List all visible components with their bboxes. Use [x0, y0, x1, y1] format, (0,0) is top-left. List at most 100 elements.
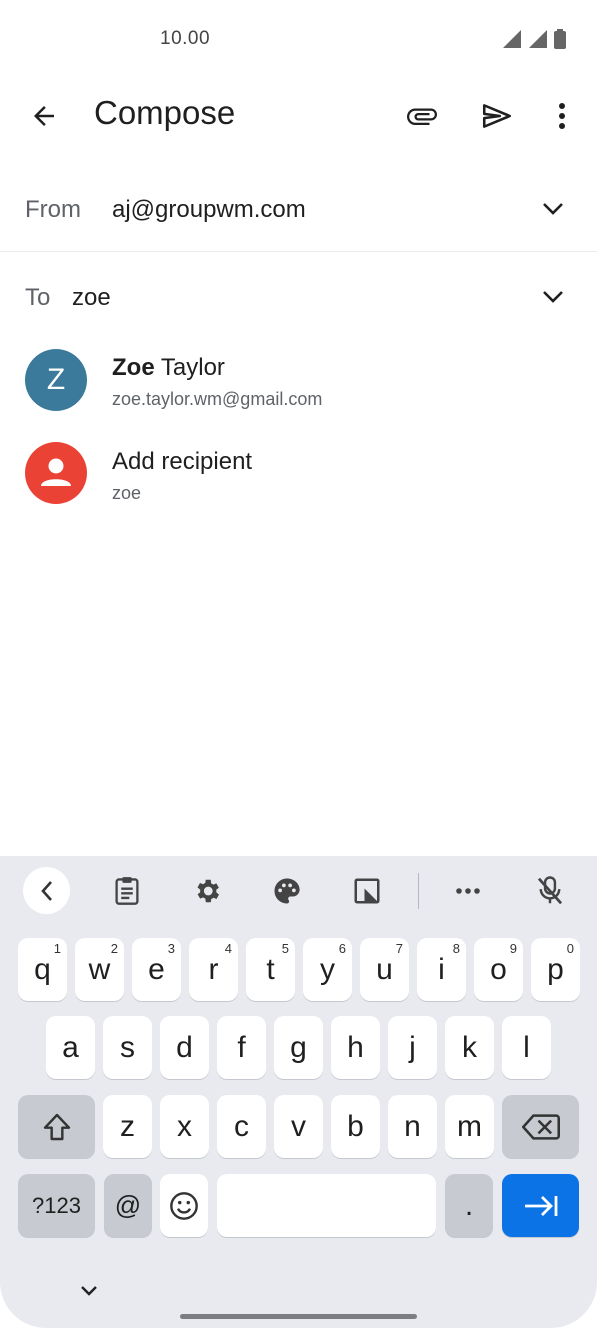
more-vert-icon: [559, 103, 565, 129]
avatar: Z: [25, 349, 87, 411]
to-input[interactable]: zoe: [72, 284, 111, 312]
keyboard-settings-button[interactable]: [187, 871, 227, 911]
key-number-hint: 5: [281, 941, 289, 956]
key-x[interactable]: x: [160, 1095, 209, 1158]
keyboard-collapse-toolbar-button[interactable]: [23, 867, 70, 914]
send-button[interactable]: [473, 92, 521, 140]
key-s[interactable]: s: [103, 1016, 152, 1079]
page-title: Compose: [94, 94, 236, 131]
home-indicator[interactable]: [180, 1314, 417, 1319]
signal-icon: [503, 30, 521, 48]
key-o[interactable]: o9: [474, 938, 523, 1001]
shift-key[interactable]: [18, 1095, 95, 1158]
key-f[interactable]: f: [217, 1016, 266, 1079]
key-g[interactable]: g: [274, 1016, 323, 1079]
period-key[interactable]: .: [445, 1174, 493, 1237]
gear-icon: [197, 879, 219, 903]
arrow-back-icon: [34, 106, 54, 126]
key-d[interactable]: d: [160, 1016, 209, 1079]
key-label: b: [347, 1109, 364, 1143]
to-label: To: [25, 284, 51, 311]
key-label: m: [457, 1109, 482, 1143]
key-label: x: [177, 1109, 192, 1143]
key-i[interactable]: i8: [417, 938, 466, 1001]
key-label: s: [120, 1030, 135, 1064]
suggestion-name: Add recipient: [112, 448, 253, 475]
hide-keyboard-button[interactable]: [72, 1276, 106, 1306]
keyboard: [0, 856, 597, 1328]
key-label: c: [234, 1109, 249, 1143]
key-z[interactable]: z: [103, 1095, 152, 1158]
floating-keyboard-button[interactable]: [347, 871, 387, 911]
key-y[interactable]: y6: [303, 938, 352, 1001]
key-number-hint: 1: [53, 941, 61, 956]
divider: [0, 251, 597, 252]
palette-icon: [274, 878, 300, 904]
key-number-hint: 6: [338, 941, 346, 956]
key-v[interactable]: v: [274, 1095, 323, 1158]
space-key[interactable]: [217, 1174, 436, 1237]
from-label: From: [25, 196, 81, 223]
theme-button[interactable]: [267, 871, 307, 911]
from-account[interactable]: aj@groupwm.com: [112, 196, 306, 224]
send-icon: [482, 104, 512, 128]
key-u[interactable]: u7: [360, 938, 409, 1001]
battery-icon: [554, 29, 566, 49]
more-horiz-icon: [456, 888, 480, 894]
key-e[interactable]: e3: [132, 938, 181, 1001]
key-number-hint: 8: [452, 941, 460, 956]
voice-input-button[interactable]: [530, 871, 570, 911]
key-label: p: [547, 952, 564, 986]
key-label: l: [523, 1030, 530, 1064]
back-button[interactable]: [22, 94, 66, 138]
mic-off-icon: [537, 876, 563, 905]
key-m[interactable]: m: [445, 1095, 494, 1158]
key-label: j: [409, 1030, 416, 1064]
status-icons: [501, 29, 567, 49]
key-j[interactable]: j: [388, 1016, 437, 1079]
key-label: h: [347, 1030, 364, 1064]
clipboard-button[interactable]: [107, 871, 147, 911]
key-number-hint: 9: [509, 941, 517, 956]
key-c[interactable]: c: [217, 1095, 266, 1158]
avatar-initial: Z: [46, 363, 66, 396]
key-label: u: [376, 952, 393, 986]
suggestion-subtitle: zoe: [112, 483, 142, 503]
toolbar-divider: [418, 873, 419, 909]
key-l[interactable]: l: [502, 1016, 551, 1079]
key-p[interactable]: p0: [531, 938, 580, 1001]
suggestion-item-add-recipient[interactable]: Add recipient zoe: [0, 433, 597, 513]
key-t[interactable]: t5: [246, 938, 295, 1001]
key-label: y: [320, 952, 335, 986]
backspace-key[interactable]: [502, 1095, 579, 1158]
clipboard-icon: [115, 877, 139, 905]
key-n[interactable]: n: [388, 1095, 437, 1158]
emoji-icon: [170, 1191, 198, 1220]
from-expand-button[interactable]: [536, 192, 570, 226]
attach-button[interactable]: [398, 92, 446, 140]
key-h[interactable]: h: [331, 1016, 380, 1079]
key-label: o: [490, 952, 507, 986]
key-label: a: [62, 1030, 79, 1064]
key-number-hint: 3: [167, 941, 175, 956]
backspace-icon: [521, 1113, 560, 1140]
key-w[interactable]: w2: [75, 938, 124, 1001]
at-key[interactable]: @: [104, 1174, 152, 1237]
key-a[interactable]: a: [46, 1016, 95, 1079]
key-label: k: [462, 1030, 477, 1064]
key-r[interactable]: r4: [189, 938, 238, 1001]
key-label: t: [266, 952, 275, 986]
emoji-key[interactable]: [160, 1174, 208, 1237]
symbols-key[interactable]: ?123: [18, 1174, 95, 1237]
next-key[interactable]: [502, 1174, 579, 1237]
more-options-button[interactable]: [542, 92, 582, 140]
tab-next-icon: [524, 1195, 557, 1216]
suggestion-item-zoe-taylor[interactable]: Z Zoe Taylor zoe.taylor.wm@gmail.com: [0, 340, 597, 420]
more-tools-button[interactable]: [448, 871, 488, 911]
attachment-icon: [407, 108, 437, 125]
to-expand-button[interactable]: [536, 280, 570, 314]
key-k[interactable]: k: [445, 1016, 494, 1079]
status-time: 10.00: [160, 28, 211, 49]
key-q[interactable]: q1: [18, 938, 67, 1001]
key-b[interactable]: b: [331, 1095, 380, 1158]
